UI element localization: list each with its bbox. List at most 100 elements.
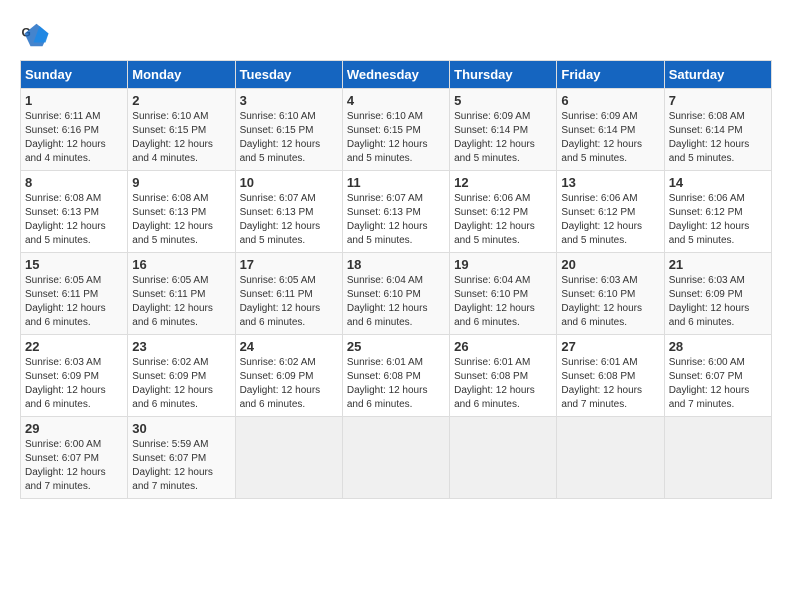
day-info: Sunrise: 6:01 AMSunset: 6:08 PMDaylight:… [454, 356, 552, 412]
day-info: Sunrise: 6:05 AMSunset: 6:11 PMDaylight:… [25, 274, 123, 330]
calendar-cell: 6 Sunrise: 6:09 AMSunset: 6:14 PMDaylight… [557, 89, 664, 171]
calendar-cell: 26 Sunrise: 6:01 AMSunset: 6:08 PMDayligh… [450, 335, 557, 417]
calendar-cell: 8 Sunrise: 6:08 AMSunset: 6:13 PMDaylight… [21, 171, 128, 253]
calendar-cell: 2 Sunrise: 6:10 AMSunset: 6:15 PMDaylight… [128, 89, 235, 171]
calendar-cell: 24Sunrise: 6:02 AMSunset: 6:09 PMDayligh… [235, 335, 342, 417]
calendar-cell: 1Sunrise: 6:11 AMSunset: 6:16 PMDaylight… [21, 89, 128, 171]
calendar-cell: 25 Sunrise: 6:01 AMSunset: 6:08 PMDayligh… [342, 335, 449, 417]
calendar-week-row: 8 Sunrise: 6:08 AMSunset: 6:13 PMDaylight… [21, 171, 772, 253]
header-cell-sunday: Sunday [21, 61, 128, 89]
calendar-cell: 23Sunrise: 6:02 AMSunset: 6:09 PMDayligh… [128, 335, 235, 417]
day-number: 5 [454, 93, 552, 108]
header-cell-monday: Monday [128, 61, 235, 89]
day-info: Sunrise: 6:10 AMSunset: 6:15 PMDaylight:… [132, 110, 230, 166]
header-cell-saturday: Saturday [664, 61, 771, 89]
day-number: 15 [25, 257, 123, 272]
day-info: Sunrise: 6:07 AMSunset: 6:13 PMDaylight:… [347, 192, 445, 248]
day-info: Sunrise: 6:08 AMSunset: 6:13 PMDaylight:… [25, 192, 123, 248]
calendar-cell: 11 Sunrise: 6:07 AMSunset: 6:13 PMDayligh… [342, 171, 449, 253]
day-info: Sunrise: 6:04 AMSunset: 6:10 PMDaylight:… [347, 274, 445, 330]
day-number: 20 [561, 257, 659, 272]
day-info: Sunrise: 6:00 AMSunset: 6:07 PMDaylight:… [669, 356, 767, 412]
calendar-cell: 14Sunrise: 6:06 AMSunset: 6:12 PMDayligh… [664, 171, 771, 253]
calendar-cell [664, 417, 771, 499]
header-cell-friday: Friday [557, 61, 664, 89]
day-info: Sunrise: 6:03 AMSunset: 6:10 PMDaylight:… [561, 274, 659, 330]
day-number: 8 [25, 175, 123, 190]
calendar-cell: 9 Sunrise: 6:08 AMSunset: 6:13 PMDaylight… [128, 171, 235, 253]
calendar-cell: 17 Sunrise: 6:05 AMSunset: 6:11 PMDayligh… [235, 253, 342, 335]
day-number: 1 [25, 93, 123, 108]
day-info: Sunrise: 6:10 AMSunset: 6:15 PMDaylight:… [240, 110, 338, 166]
calendar-week-row: 29 Sunrise: 6:00 AMSunset: 6:07 PMDayligh… [21, 417, 772, 499]
day-info: Sunrise: 6:05 AMSunset: 6:11 PMDaylight:… [240, 274, 338, 330]
day-number: 22 [25, 339, 123, 354]
day-info: Sunrise: 6:05 AMSunset: 6:11 PMDaylight:… [132, 274, 230, 330]
calendar-cell [342, 417, 449, 499]
calendar-cell: 12 Sunrise: 6:06 AMSunset: 6:12 PMDayligh… [450, 171, 557, 253]
calendar-cell [235, 417, 342, 499]
day-info: Sunrise: 6:03 AMSunset: 6:09 PMDaylight:… [669, 274, 767, 330]
day-number: 13 [561, 175, 659, 190]
day-number: 9 [132, 175, 230, 190]
calendar-table: SundayMondayTuesdayWednesdayThursdayFrid… [20, 60, 772, 499]
day-number: 25 [347, 339, 445, 354]
calendar-body: 1Sunrise: 6:11 AMSunset: 6:16 PMDaylight… [21, 89, 772, 499]
day-info: Sunrise: 6:06 AMSunset: 6:12 PMDaylight:… [454, 192, 552, 248]
calendar-cell: 27Sunrise: 6:01 AMSunset: 6:08 PMDayligh… [557, 335, 664, 417]
calendar-cell: 15 Sunrise: 6:05 AMSunset: 6:11 PMDayligh… [21, 253, 128, 335]
calendar-cell [450, 417, 557, 499]
day-number: 6 [561, 93, 659, 108]
calendar-cell: 7 Sunrise: 6:08 AMSunset: 6:14 PMDaylight… [664, 89, 771, 171]
calendar-cell: 28 Sunrise: 6:00 AMSunset: 6:07 PMDayligh… [664, 335, 771, 417]
header-cell-thursday: Thursday [450, 61, 557, 89]
calendar-cell: 10 Sunrise: 6:07 AMSunset: 6:13 PMDayligh… [235, 171, 342, 253]
day-number: 23 [132, 339, 230, 354]
calendar-cell: 3 Sunrise: 6:10 AMSunset: 6:15 PMDaylight… [235, 89, 342, 171]
calendar-week-row: 15 Sunrise: 6:05 AMSunset: 6:11 PMDayligh… [21, 253, 772, 335]
day-info: Sunrise: 6:06 AMSunset: 6:12 PMDaylight:… [561, 192, 659, 248]
calendar-cell: 4Sunrise: 6:10 AMSunset: 6:15 PMDaylight… [342, 89, 449, 171]
day-number: 17 [240, 257, 338, 272]
calendar-cell: 16 Sunrise: 6:05 AMSunset: 6:11 PMDayligh… [128, 253, 235, 335]
day-number: 10 [240, 175, 338, 190]
day-info: Sunrise: 6:09 AMSunset: 6:14 PMDaylight:… [561, 110, 659, 166]
calendar-week-row: 22Sunrise: 6:03 AMSunset: 6:09 PMDayligh… [21, 335, 772, 417]
day-info: Sunrise: 6:08 AMSunset: 6:13 PMDaylight:… [132, 192, 230, 248]
day-info: Sunrise: 6:08 AMSunset: 6:14 PMDaylight:… [669, 110, 767, 166]
calendar-cell: 18 Sunrise: 6:04 AMSunset: 6:10 PMDayligh… [342, 253, 449, 335]
logo-icon: G [20, 20, 50, 50]
calendar-cell [557, 417, 664, 499]
day-info: Sunrise: 6:07 AMSunset: 6:13 PMDaylight:… [240, 192, 338, 248]
calendar-cell: 30Sunrise: 5:59 AMSunset: 6:07 PMDayligh… [128, 417, 235, 499]
day-info: Sunrise: 6:04 AMSunset: 6:10 PMDaylight:… [454, 274, 552, 330]
day-number: 14 [669, 175, 767, 190]
day-number: 11 [347, 175, 445, 190]
day-info: Sunrise: 6:01 AMSunset: 6:08 PMDaylight:… [347, 356, 445, 412]
day-number: 12 [454, 175, 552, 190]
calendar-cell: 21Sunrise: 6:03 AMSunset: 6:09 PMDayligh… [664, 253, 771, 335]
day-number: 27 [561, 339, 659, 354]
calendar-cell: 20 Sunrise: 6:03 AMSunset: 6:10 PMDayligh… [557, 253, 664, 335]
day-info: Sunrise: 6:10 AMSunset: 6:15 PMDaylight:… [347, 110, 445, 166]
logo: G [20, 20, 52, 50]
day-number: 29 [25, 421, 123, 436]
day-number: 26 [454, 339, 552, 354]
day-number: 18 [347, 257, 445, 272]
day-info: Sunrise: 6:02 AMSunset: 6:09 PMDaylight:… [240, 356, 338, 412]
day-number: 2 [132, 93, 230, 108]
calendar-cell: 5Sunrise: 6:09 AMSunset: 6:14 PMDaylight… [450, 89, 557, 171]
day-info: Sunrise: 5:59 AMSunset: 6:07 PMDaylight:… [132, 438, 230, 494]
day-number: 28 [669, 339, 767, 354]
day-number: 7 [669, 93, 767, 108]
day-info: Sunrise: 6:00 AMSunset: 6:07 PMDaylight:… [25, 438, 123, 494]
day-number: 3 [240, 93, 338, 108]
calendar-cell: 22Sunrise: 6:03 AMSunset: 6:09 PMDayligh… [21, 335, 128, 417]
header: G [20, 20, 772, 50]
header-row: SundayMondayTuesdayWednesdayThursdayFrid… [21, 61, 772, 89]
calendar-cell: 13 Sunrise: 6:06 AMSunset: 6:12 PMDayligh… [557, 171, 664, 253]
header-cell-tuesday: Tuesday [235, 61, 342, 89]
calendar-cell: 19 Sunrise: 6:04 AMSunset: 6:10 PMDayligh… [450, 253, 557, 335]
day-number: 19 [454, 257, 552, 272]
day-number: 16 [132, 257, 230, 272]
